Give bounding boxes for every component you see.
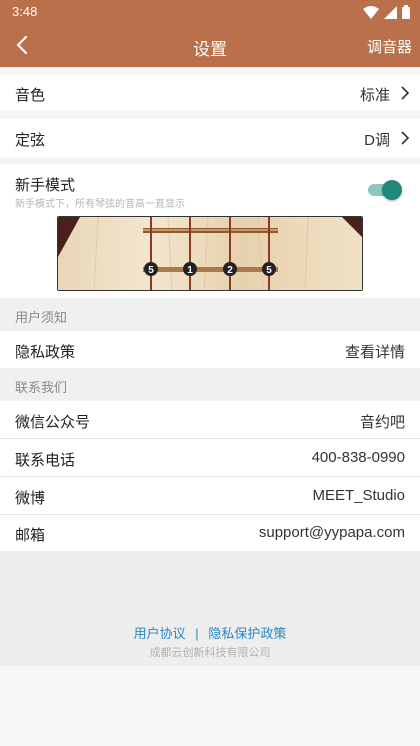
user-notice-header: 用户须知 <box>0 298 420 331</box>
note-marker: 5 <box>144 262 158 276</box>
contact-header: 联系我们 <box>0 368 420 401</box>
tone-value: 标准 <box>359 87 390 104</box>
footer-separator: | <box>195 626 199 641</box>
chevron-right-icon <box>401 86 410 100</box>
bottom-blank <box>0 666 420 746</box>
phone-row[interactable]: 联系电话 400-838-0990 <box>0 439 420 476</box>
note-label: 2 <box>227 265 233 276</box>
privacy-policy-label: 隐私政策 <box>15 344 76 361</box>
tone-label: 音色 <box>15 87 46 104</box>
cell-signal-icon <box>384 5 397 19</box>
user-agreement-link[interactable]: 用户协议 <box>134 626 186 641</box>
app-bar: 设置 调音器 <box>0 24 420 67</box>
battery-icon <box>402 5 410 19</box>
status-time: 3:48 <box>12 4 38 19</box>
note-label: 5 <box>148 265 154 276</box>
weibo-label: 微博 <box>15 490 46 507</box>
chevron-right-icon <box>401 131 410 145</box>
weibo-value: MEET_Studio <box>312 487 405 504</box>
note-marker: 1 <box>183 262 197 276</box>
email-row[interactable]: 邮箱 support@yypapa.com <box>0 515 420 551</box>
phone-label: 联系电话 <box>15 452 76 469</box>
weibo-row[interactable]: 微博 MEET_Studio <box>0 477 420 514</box>
contact-header-label: 联系我们 <box>15 380 68 395</box>
tuning-value: D调 <box>364 132 390 149</box>
toggle-knob <box>382 180 402 200</box>
tone-row[interactable]: 音色 标准 <box>0 75 420 111</box>
note-label: 1 <box>187 265 193 276</box>
beginner-mode-toggle[interactable] <box>366 180 402 200</box>
page-title: 设置 <box>193 40 227 59</box>
wechat-row[interactable]: 微信公众号 音约吧 <box>0 401 420 438</box>
note-markers: 5 1 2 5 <box>144 262 276 276</box>
user-notice-header-label: 用户须知 <box>15 310 68 325</box>
wifi-icon <box>363 5 379 19</box>
privacy-protection-link[interactable]: 隐私保护政策 <box>208 626 286 641</box>
privacy-policy-row[interactable]: 隐私政策 查看详情 <box>0 331 420 368</box>
email-label: 邮箱 <box>15 527 46 544</box>
tuning-label: 定弦 <box>15 132 46 149</box>
footer-links: 用户协议 | 隐私保护政策 <box>0 623 420 642</box>
note-marker: 5 <box>262 262 276 276</box>
tuner-button[interactable]: 调音器 <box>367 36 412 57</box>
privacy-policy-value[interactable]: 查看详情 <box>345 341 405 362</box>
fretboard-illustration: 5 1 2 5 <box>57 216 363 291</box>
note-marker: 2 <box>223 262 237 276</box>
beginner-mode-label: 新手模式 <box>15 177 76 194</box>
company-name: 成都云创新科技有限公司 <box>149 647 271 659</box>
tuning-row[interactable]: 定弦 D调 <box>0 119 420 157</box>
wechat-label: 微信公众号 <box>15 414 91 431</box>
status-icons <box>363 5 410 19</box>
status-bar: 3:48 <box>0 0 420 24</box>
phone-value: 400-838-0990 <box>311 449 405 466</box>
wechat-value: 音约吧 <box>359 414 405 431</box>
beginner-mode-description: 新手模式下，所有琴弦的音高一直显示 <box>15 199 185 210</box>
note-label: 5 <box>266 265 272 276</box>
email-value: support@yypapa.com <box>258 524 405 541</box>
